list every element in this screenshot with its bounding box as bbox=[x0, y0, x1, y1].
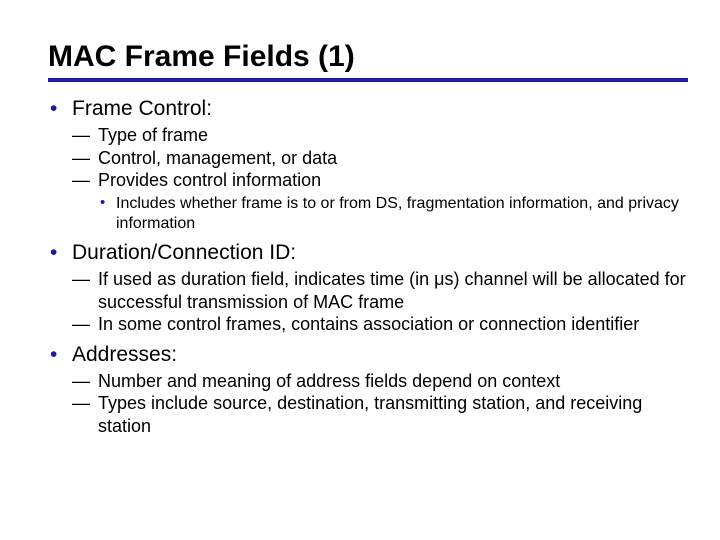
bullet-frame-control: Frame Control: Type of frame Control, ma… bbox=[48, 96, 688, 234]
slide-title: MAC Frame Fields (1) bbox=[48, 40, 688, 74]
bullet-list: Frame Control: Type of frame Control, ma… bbox=[48, 96, 688, 437]
sub-sub-list: Includes whether frame is to or from DS,… bbox=[98, 194, 688, 234]
sub-list: Type of frame Control, management, or da… bbox=[72, 124, 688, 234]
sub-item: If used as duration field, indicates tim… bbox=[72, 268, 688, 313]
title-underline bbox=[48, 78, 688, 82]
bullet-duration-id: Duration/Connection ID: If used as durat… bbox=[48, 240, 688, 336]
sub-item: Control, management, or data bbox=[72, 147, 688, 170]
slide: MAC Frame Fields (1) Frame Control: Type… bbox=[0, 0, 720, 457]
bullet-label: Frame Control: bbox=[72, 97, 212, 120]
sub-item: Type of frame bbox=[72, 124, 688, 147]
bullet-label: Duration/Connection ID: bbox=[72, 241, 296, 264]
bullet-addresses: Addresses: Number and meaning of address… bbox=[48, 342, 688, 438]
sub-item: In some control frames, contains associa… bbox=[72, 313, 688, 336]
bullet-label: Addresses: bbox=[72, 343, 177, 366]
sub-item: Types include source, destination, trans… bbox=[72, 392, 688, 437]
sub-item-text: Provides control information bbox=[98, 170, 321, 190]
sub-list: Number and meaning of address fields dep… bbox=[72, 370, 688, 438]
sub-list: If used as duration field, indicates tim… bbox=[72, 268, 688, 336]
sub-sub-item: Includes whether frame is to or from DS,… bbox=[98, 194, 688, 234]
sub-item: Provides control information Includes wh… bbox=[72, 169, 688, 234]
sub-item: Number and meaning of address fields dep… bbox=[72, 370, 688, 393]
